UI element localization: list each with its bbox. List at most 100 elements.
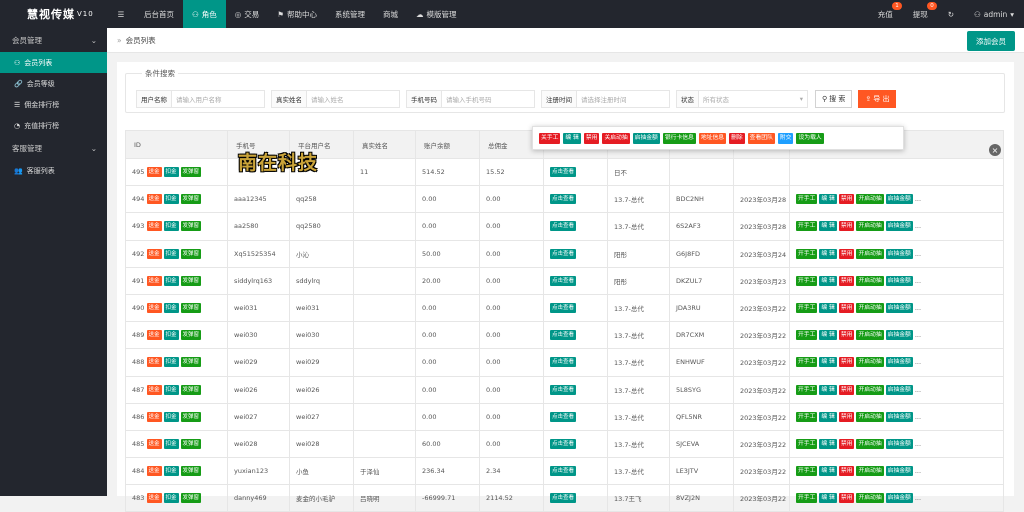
sidebar-item-member-level[interactable]: 🔗 会员等级 <box>0 73 107 94</box>
row-action-button[interactable]: 启抽金额 <box>885 330 913 341</box>
recharge-link[interactable]: 充值 1 <box>868 0 903 28</box>
row-action-button[interactable]: 开启动抽 <box>856 438 884 449</box>
row-action-button[interactable]: 启抽金额 <box>885 493 913 504</box>
nav-template[interactable]: ☁ 模版管理 <box>407 0 466 28</box>
row-action-button[interactable]: 开手工 <box>796 303 818 314</box>
view-today-button[interactable]: 点击查看 <box>550 330 577 341</box>
row-action-button[interactable]: 禁用 <box>838 194 855 205</box>
row-action-button[interactable]: 编 辑 <box>819 411 837 422</box>
view-today-button[interactable]: 点击查看 <box>550 466 577 477</box>
send-popup-button[interactable]: 发弹窗 <box>180 194 202 205</box>
deduct-funds-button[interactable]: 扣金 <box>163 438 179 449</box>
deduct-funds-button[interactable]: 扣金 <box>163 466 179 477</box>
sidebar-group-support[interactable]: 客服管理 ⌄ <box>0 136 107 160</box>
row-action-button[interactable]: 开启动抽 <box>856 275 884 286</box>
close-icon[interactable]: × <box>989 144 1001 156</box>
view-today-button[interactable]: 点击查看 <box>550 194 577 205</box>
send-popup-button[interactable]: 发弹窗 <box>180 167 202 178</box>
row-action-button[interactable]: 禁用 <box>838 275 855 286</box>
view-today-button[interactable]: 点击查看 <box>550 248 577 259</box>
app-logo[interactable]: 慧视传媒 V10 <box>0 0 107 28</box>
more-actions[interactable]: ... <box>915 250 921 258</box>
row-action-button[interactable]: 禁用 <box>838 438 855 449</box>
row-action-button[interactable]: 开手工 <box>796 493 818 504</box>
more-actions[interactable]: ... <box>915 195 921 203</box>
popup-action-button[interactable]: 关手工 <box>539 132 561 144</box>
row-action-button[interactable]: 禁用 <box>838 466 855 477</box>
add-funds-button[interactable]: 送金 <box>146 275 162 286</box>
refresh-button[interactable]: ↻ <box>938 0 964 28</box>
send-popup-button[interactable]: 发弹窗 <box>180 493 202 504</box>
row-action-button[interactable]: 启抽金额 <box>885 303 913 314</box>
popup-action-button[interactable]: 附交 <box>777 132 794 144</box>
row-action-button[interactable]: 开启动抽 <box>856 194 884 205</box>
view-today-button[interactable]: 点击查看 <box>550 221 577 232</box>
row-action-button[interactable]: 启抽金额 <box>885 438 913 449</box>
add-funds-button[interactable]: 送金 <box>146 466 162 477</box>
more-actions[interactable]: ... <box>915 222 921 230</box>
deduct-funds-button[interactable]: 扣金 <box>163 493 179 504</box>
add-funds-button[interactable]: 送金 <box>146 194 162 205</box>
add-funds-button[interactable]: 送金 <box>146 357 162 368</box>
deduct-funds-button[interactable]: 扣金 <box>163 275 179 286</box>
row-action-button[interactable]: 启抽金额 <box>885 248 913 259</box>
row-action-button[interactable]: 开启动抽 <box>856 248 884 259</box>
row-action-button[interactable]: 开手工 <box>796 221 818 232</box>
row-action-button[interactable]: 开启动抽 <box>856 493 884 504</box>
popup-action-button[interactable]: 关启动抽 <box>602 132 630 144</box>
row-action-button[interactable]: 编 辑 <box>819 493 837 504</box>
row-action-button[interactable]: 禁用 <box>838 493 855 504</box>
nav-home[interactable]: 后台首页 <box>135 0 183 28</box>
row-action-button[interactable]: 启抽金额 <box>885 357 913 368</box>
status-select[interactable]: 所有状态 ▾ <box>698 90 808 108</box>
sidebar-item-member-list[interactable]: ⚇ 会员列表 <box>0 52 107 73</box>
sidebar-item-commission-rank[interactable]: ☰ 佣金排行榜 <box>0 94 107 115</box>
row-action-button[interactable]: 禁用 <box>838 221 855 232</box>
add-funds-button[interactable]: 送金 <box>146 411 162 422</box>
row-action-button[interactable]: 开手工 <box>796 248 818 259</box>
add-funds-button[interactable]: 送金 <box>146 248 162 259</box>
more-actions[interactable]: ... <box>915 440 921 448</box>
popup-action-button[interactable]: 删除 <box>729 132 745 144</box>
popup-action-button[interactable]: 编 辑 <box>563 132 581 144</box>
more-actions[interactable]: ... <box>915 358 921 366</box>
row-action-button[interactable]: 禁用 <box>838 357 855 368</box>
row-action-button[interactable]: 禁用 <box>838 303 855 314</box>
nav-mall[interactable]: 商城 <box>374 0 407 28</box>
view-today-button[interactable]: 点击查看 <box>550 493 577 504</box>
row-action-button[interactable]: 禁用 <box>838 248 855 259</box>
deduct-funds-button[interactable]: 扣金 <box>163 330 179 341</box>
username-input[interactable]: 请输入用户名称 <box>171 90 265 108</box>
popup-action-button[interactable]: 设为载人 <box>796 132 824 144</box>
add-funds-button[interactable]: 送金 <box>146 303 162 314</box>
realname-input[interactable]: 请输入姓名 <box>306 90 400 108</box>
send-popup-button[interactable]: 发弹窗 <box>180 384 202 395</box>
popup-action-button[interactable]: 银行卡信息 <box>662 132 696 144</box>
more-actions[interactable]: ... <box>915 467 921 475</box>
more-actions[interactable]: ... <box>915 304 921 312</box>
row-action-button[interactable]: 编 辑 <box>819 357 837 368</box>
row-action-button[interactable]: 编 辑 <box>819 466 837 477</box>
add-member-button[interactable]: 添加会员 <box>967 31 1015 51</box>
row-action-button[interactable]: 开手工 <box>796 330 818 341</box>
send-popup-button[interactable]: 发弹窗 <box>180 466 202 477</box>
row-action-button[interactable]: 启抽金额 <box>885 275 913 286</box>
menu-toggle-button[interactable]: ☰ <box>107 0 135 28</box>
send-popup-button[interactable]: 发弹窗 <box>180 357 202 368</box>
row-action-button[interactable]: 开手工 <box>796 275 818 286</box>
row-action-button[interactable]: 开启动抽 <box>856 384 884 395</box>
row-action-button[interactable]: 编 辑 <box>819 438 837 449</box>
nav-trade[interactable]: ◎ 交易 <box>226 0 269 28</box>
send-popup-button[interactable]: 发弹窗 <box>180 438 202 449</box>
row-action-button[interactable]: 启抽金额 <box>885 194 913 205</box>
withdraw-link[interactable]: 提现 0 <box>903 0 938 28</box>
view-today-button[interactable]: 点击查看 <box>550 438 577 449</box>
more-actions[interactable]: ... <box>915 413 921 421</box>
search-button[interactable]: ⚲ 搜 索 <box>815 90 853 108</box>
row-action-button[interactable]: 开启动抽 <box>856 221 884 232</box>
row-action-button[interactable]: 开启动抽 <box>856 411 884 422</box>
row-action-button[interactable]: 编 辑 <box>819 248 837 259</box>
user-menu[interactable]: ⚇ admin ▾ <box>964 0 1024 28</box>
row-action-button[interactable]: 开手工 <box>796 466 818 477</box>
sidebar-item-support-list[interactable]: 👥 客服列表 <box>0 160 107 181</box>
